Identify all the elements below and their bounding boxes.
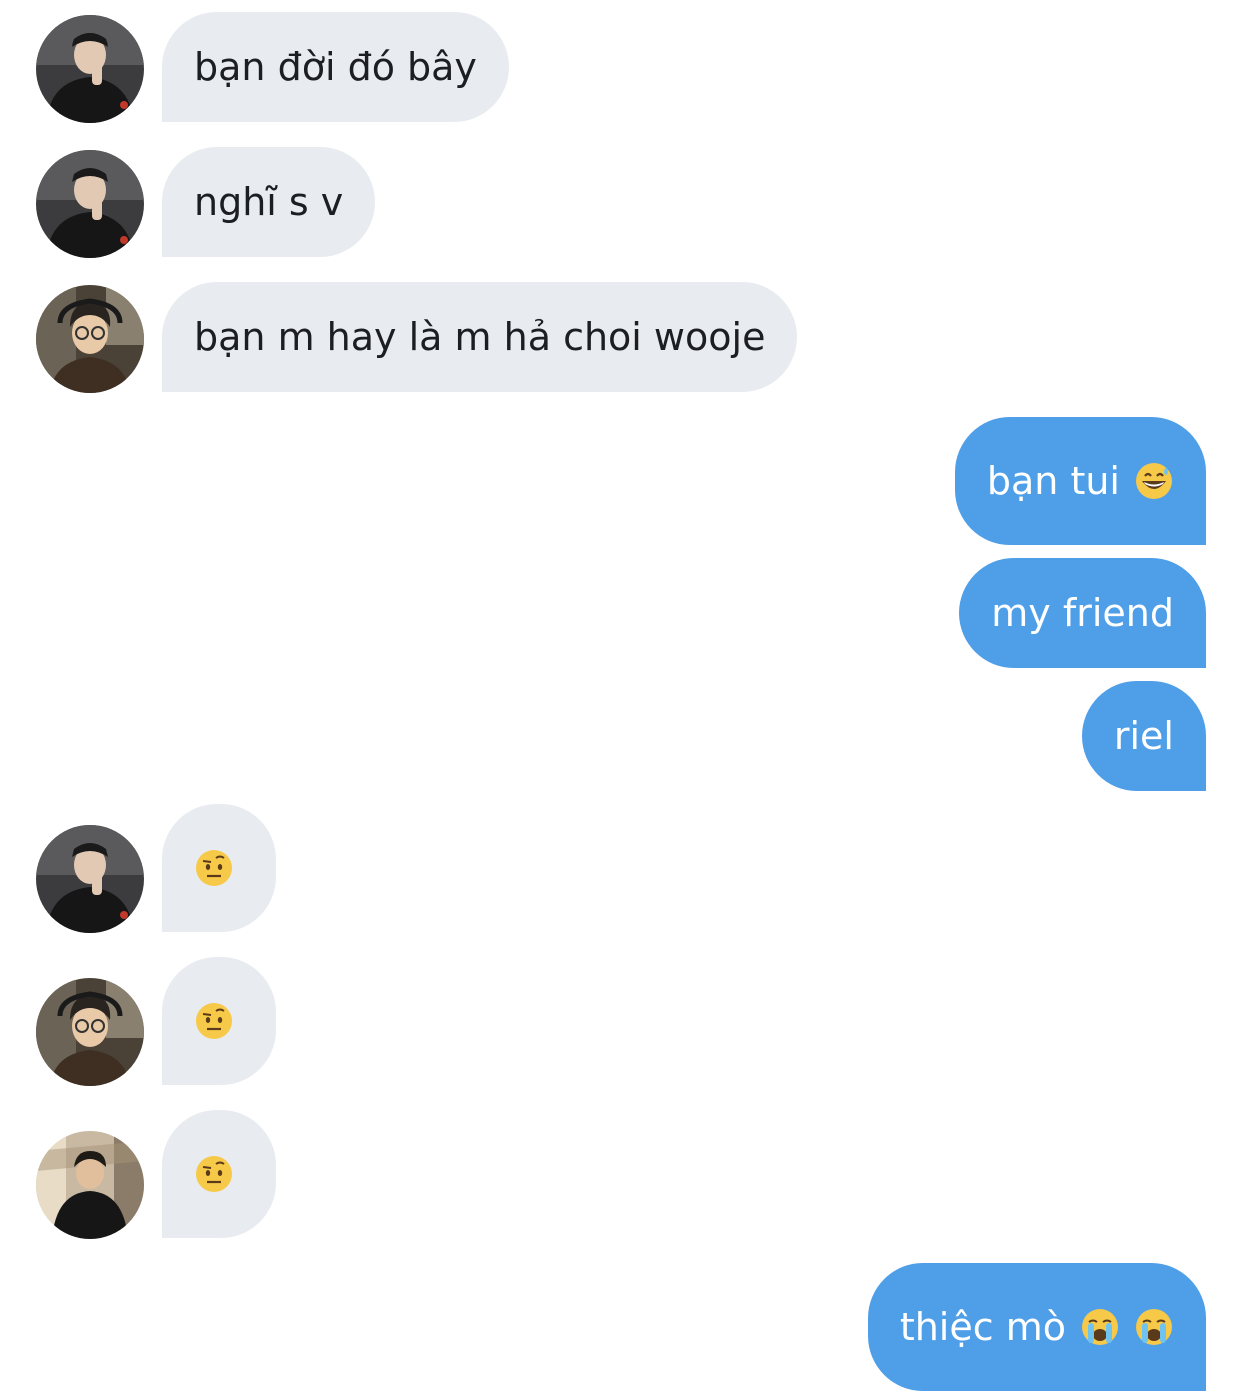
message-text: riel	[1113, 714, 1174, 758]
outgoing-message-bubble[interactable]: riel	[1081, 681, 1206, 791]
message-row: riel	[0, 681, 1242, 791]
incoming-message-bubble[interactable]: bạn m hay là m hả choi wooje	[162, 282, 798, 392]
message-text: my friend	[991, 591, 1174, 635]
message-row	[0, 1110, 1242, 1239]
grinning-sweat-emoji	[1134, 461, 1174, 501]
message-row: thiệc mò	[0, 1263, 1242, 1391]
avatar-user-a[interactable]	[36, 15, 144, 123]
outgoing-message-bubble[interactable]: my friend	[959, 558, 1206, 668]
raised-eyebrow-emoji	[194, 848, 234, 888]
raised-eyebrow-emoji	[194, 1001, 234, 1041]
avatar-user-a[interactable]	[36, 150, 144, 258]
avatar-user-b[interactable]	[36, 978, 144, 1086]
incoming-message-bubble[interactable]	[162, 804, 276, 932]
outgoing-message-bubble[interactable]: thiệc mò	[867, 1263, 1206, 1391]
message-text: bạn đời đó bây	[194, 45, 477, 89]
message-row: bạn m hay là m hả choi wooje	[0, 282, 1242, 393]
message-text: thiệc mò	[899, 1305, 1066, 1349]
avatar-user-a[interactable]	[36, 825, 144, 933]
incoming-message-bubble[interactable]	[162, 957, 276, 1085]
loudly-crying-emoji	[1080, 1307, 1120, 1347]
message-row	[0, 804, 1242, 933]
message-row: nghĩ s v	[0, 147, 1242, 258]
avatar-user-c[interactable]	[36, 1131, 144, 1239]
message-row: my friend	[0, 558, 1242, 668]
message-text: bạn tui	[986, 459, 1120, 503]
message-text: nghĩ s v	[194, 180, 344, 224]
message-row	[0, 957, 1242, 1086]
message-text: bạn m hay là m hả choi wooje	[194, 315, 766, 359]
message-row: bạn tui	[0, 417, 1242, 545]
incoming-message-bubble[interactable]: nghĩ s v	[162, 147, 376, 257]
avatar-user-b[interactable]	[36, 285, 144, 393]
loudly-crying-emoji	[1134, 1307, 1174, 1347]
incoming-message-bubble[interactable]: bạn đời đó bây	[162, 12, 509, 122]
raised-eyebrow-emoji	[194, 1154, 234, 1194]
message-row: bạn đời đó bây	[0, 12, 1242, 123]
incoming-message-bubble[interactable]	[162, 1110, 276, 1238]
outgoing-message-bubble[interactable]: bạn tui	[954, 417, 1206, 545]
